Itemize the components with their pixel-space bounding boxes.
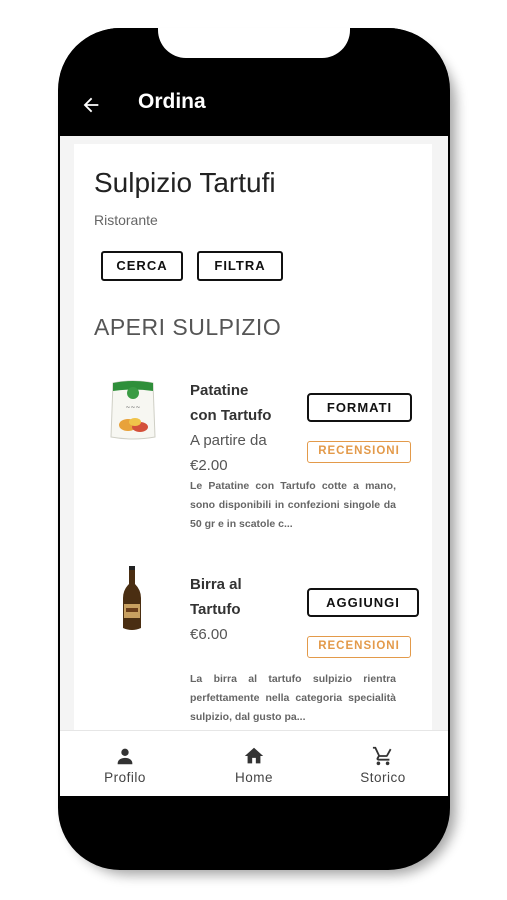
bottom-navigation: Profilo Home Storico xyxy=(60,730,448,796)
product-description: La birra al tartufo sulpizio rientra per… xyxy=(190,673,396,723)
phone-frame: Ordina Sulpizio Tartufi Ristorante CERCA… xyxy=(58,28,450,870)
shop-card: Sulpizio Tartufi Ristorante CERCA FILTRA… xyxy=(74,144,432,744)
product-description: Le Patatine con Tartufo cotte a mano, so… xyxy=(190,480,396,530)
shop-name: Sulpizio Tartufi xyxy=(94,167,276,198)
product-price: €6.00 xyxy=(190,626,228,643)
product-name-line: Birra al xyxy=(190,576,242,593)
reviews-button[interactable]: RECENSIONI xyxy=(307,441,411,463)
nav-item-profile[interactable]: Profilo xyxy=(70,745,180,785)
formats-button[interactable]: FORMATI xyxy=(307,393,412,422)
shop-type: Ristorante xyxy=(94,212,158,228)
product-name-line: con Tartufo xyxy=(190,407,272,424)
nav-item-history[interactable]: Storico xyxy=(328,745,438,785)
product-name-line: Tartufo xyxy=(190,601,241,618)
svg-text:~~~: ~~~ xyxy=(125,404,140,411)
nav-item-home[interactable]: Home xyxy=(199,745,309,785)
section-title: APERI SULPIZIO xyxy=(94,314,282,340)
search-button[interactable]: CERCA xyxy=(101,251,183,281)
beer-bottle-image[interactable] xyxy=(120,566,144,632)
add-button[interactable]: AGGIUNGI xyxy=(307,588,419,617)
nav-item-label: Profilo xyxy=(104,770,146,785)
product-price-prefix: A partire da xyxy=(190,432,267,449)
phone-notch xyxy=(158,28,350,58)
nav-item-label: Home xyxy=(234,770,273,785)
cart-icon xyxy=(372,746,392,766)
chips-bag-image[interactable]: ~~~ xyxy=(108,379,158,443)
product-price: €2.00 xyxy=(190,457,228,474)
reviews-button[interactable]: RECENSIONI xyxy=(307,636,411,658)
content-area: Sulpizio Tartufi Ristorante CERCA FILTRA… xyxy=(60,136,448,744)
page-title: Ordina xyxy=(138,90,206,113)
arrow-left-icon[interactable] xyxy=(80,94,102,116)
filter-button[interactable]: FILTRA xyxy=(197,251,283,281)
app-screen: Ordina Sulpizio Tartufi Ristorante CERCA… xyxy=(60,28,448,796)
home-icon xyxy=(244,747,264,764)
product-name-line: Patatine xyxy=(190,382,249,399)
nav-item-label: Storico xyxy=(360,770,406,785)
person-icon xyxy=(117,748,133,765)
